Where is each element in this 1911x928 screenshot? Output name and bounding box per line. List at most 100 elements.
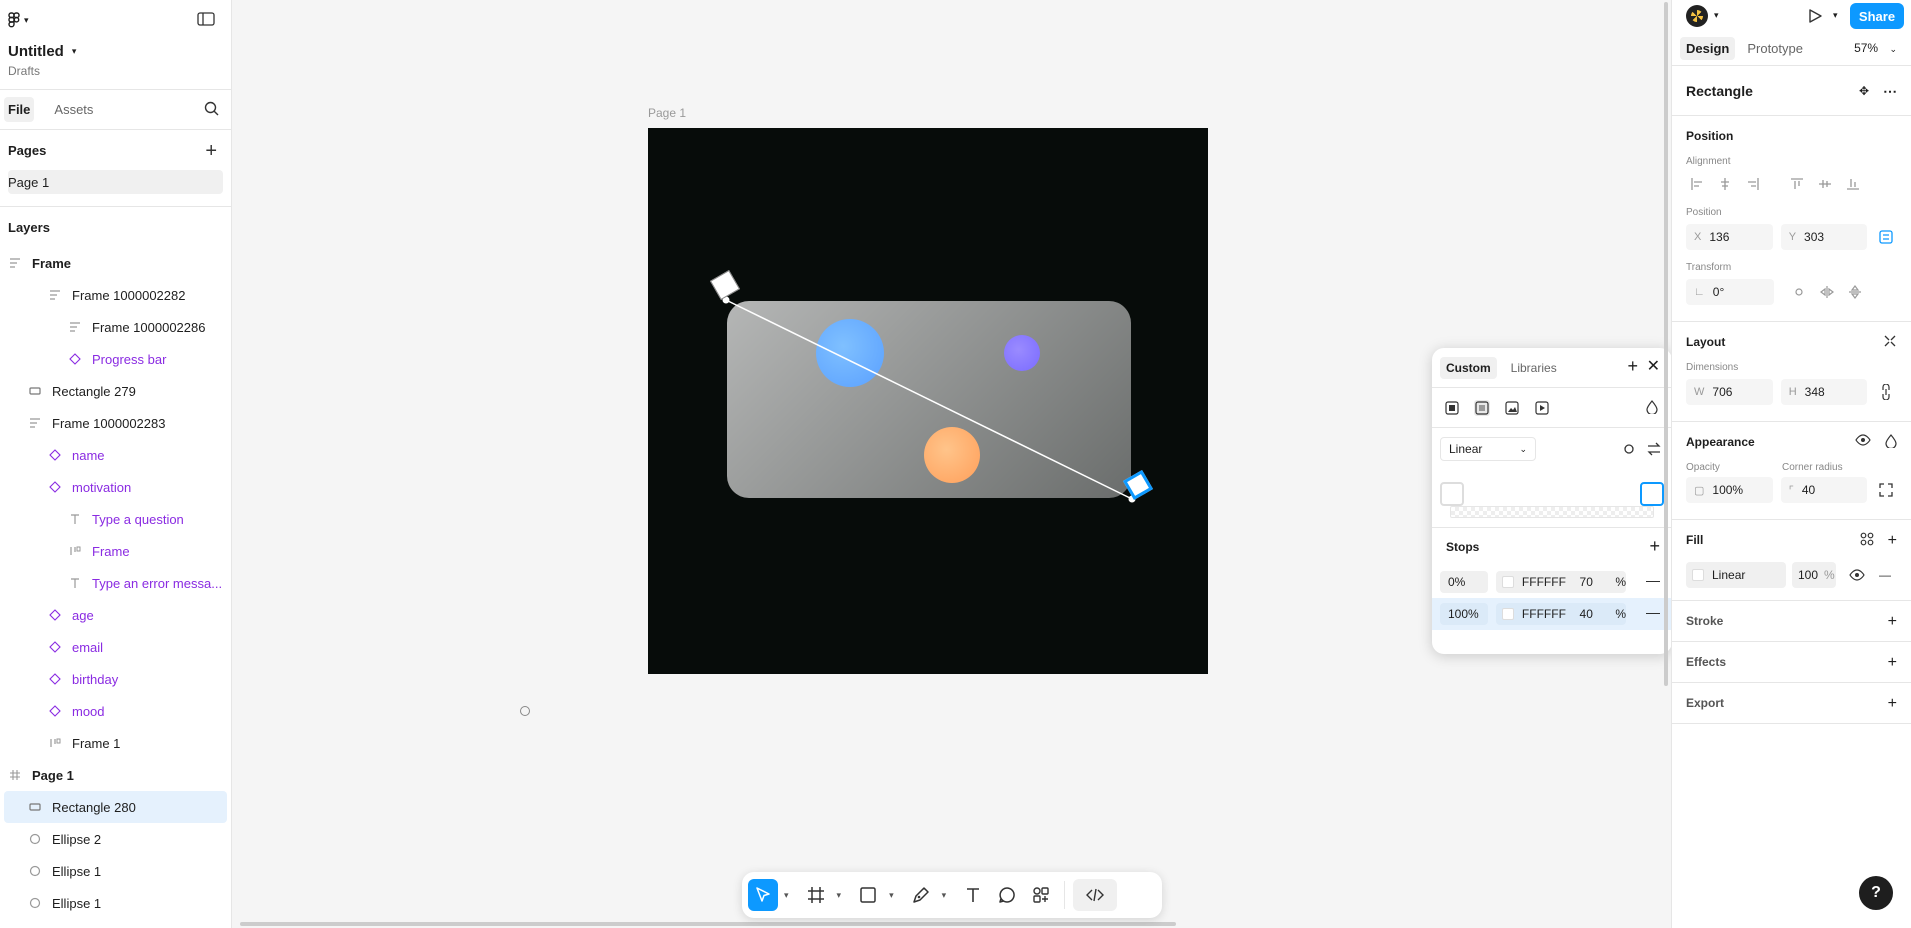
help-button[interactable]: ? (1859, 876, 1893, 910)
file-title-button[interactable]: Untitled ▾ (8, 43, 76, 60)
more-options-button[interactable]: ⋯ (1883, 83, 1897, 100)
share-button[interactable]: Share (1850, 3, 1904, 29)
layer-item[interactable]: mood (4, 695, 227, 727)
toggle-visibility-button[interactable] (1855, 434, 1871, 451)
layer-item[interactable]: Frame 1000002286 (4, 311, 227, 343)
x-input[interactable]: X 136 (1686, 224, 1773, 250)
stop-row-selected[interactable]: 100% FFFFFF 40 % — (1432, 598, 1672, 630)
width-input[interactable]: W 706 (1686, 379, 1773, 405)
layer-item[interactable]: age (4, 599, 227, 631)
gradient-bar[interactable] (1432, 470, 1672, 528)
remove-stop-button[interactable]: — (1646, 604, 1660, 620)
height-input[interactable]: H 348 (1780, 379, 1868, 405)
add-export-button[interactable]: + (1888, 695, 1897, 713)
flip-gradient-button[interactable] (1646, 442, 1662, 459)
stop-row[interactable]: 0% FFFFFF 70 % — (1432, 566, 1672, 598)
fill-paint-field[interactable]: Linear (1686, 562, 1786, 588)
layer-item[interactable]: Ellipse 2 (4, 823, 227, 855)
component-button[interactable]: ✥ (1859, 83, 1869, 100)
layer-item[interactable]: Frame (4, 247, 227, 279)
remove-stop-button[interactable]: — (1646, 572, 1660, 588)
align-top-button[interactable] (1786, 173, 1808, 195)
tab-libraries[interactable]: Libraries (1505, 357, 1563, 379)
frame-label[interactable]: Page 1 (648, 106, 686, 120)
page-frame[interactable] (648, 128, 1208, 674)
fill-swatch[interactable] (1692, 569, 1704, 581)
main-menu-button[interactable]: ▾ (8, 12, 29, 28)
avatar[interactable] (1686, 5, 1708, 27)
tab-prototype[interactable]: Prototype (1741, 37, 1809, 60)
page-item[interactable]: Page 1 (8, 170, 223, 194)
text-tool-button[interactable] (958, 879, 988, 911)
gradient-type-select[interactable]: Linear ⌄ (1440, 437, 1536, 461)
tab-custom[interactable]: Custom (1440, 356, 1497, 379)
stop-position[interactable]: 0% (1440, 571, 1488, 593)
layer-item[interactable]: Frame 1000002283 (4, 407, 227, 439)
layer-item[interactable]: Frame 1000002282 (4, 279, 227, 311)
stop-opacity[interactable]: 40 (1580, 607, 1608, 621)
constraints-button[interactable] (1875, 226, 1897, 248)
ellipse-orange[interactable] (924, 427, 980, 483)
independent-corners-button[interactable] (1875, 479, 1897, 501)
layer-item[interactable]: birthday (4, 663, 227, 695)
gradient-stop-handle-1[interactable] (1640, 482, 1664, 506)
search-button[interactable] (204, 101, 219, 119)
ellipse-blue[interactable] (816, 319, 884, 387)
align-middle-button[interactable] (1814, 173, 1836, 195)
auto-layout-button[interactable] (1883, 334, 1897, 351)
add-page-button[interactable]: + (205, 140, 217, 163)
add-stop-button[interactable]: + (1649, 536, 1660, 557)
constrain-proportions-button[interactable] (1875, 381, 1897, 403)
align-left-button[interactable] (1686, 173, 1708, 195)
gradient-track[interactable] (1450, 506, 1654, 518)
gradient-start-handle[interactable] (709, 269, 741, 301)
stop-color-field[interactable]: FFFFFF 70 % (1496, 571, 1626, 593)
horizontal-scrollbar[interactable] (240, 922, 1176, 926)
remove-fill-button[interactable]: — (1874, 564, 1896, 586)
chevron-down-icon[interactable]: ▾ (837, 890, 842, 901)
layer-item[interactable]: name (4, 439, 227, 471)
chevron-down-icon[interactable]: ▾ (1714, 10, 1719, 21)
rotate-gradient-button[interactable] (1622, 442, 1636, 459)
blend-mode-button[interactable] (1646, 400, 1658, 417)
stop-opacity[interactable]: 70 (1580, 575, 1608, 589)
color-swatch[interactable] (1502, 608, 1514, 620)
chevron-down-icon[interactable]: ▾ (889, 890, 894, 901)
tab-assets[interactable]: Assets (50, 97, 97, 122)
toggle-sidebar-button[interactable] (197, 12, 215, 29)
chevron-down-icon[interactable]: ▾ (942, 890, 947, 901)
add-stroke-button[interactable]: + (1888, 613, 1897, 631)
align-right-button[interactable] (1742, 173, 1764, 195)
zoom-dropdown[interactable]: 57% ⌄ (1854, 41, 1897, 55)
ellipse-purple[interactable] (1004, 335, 1040, 371)
color-swatch[interactable] (1502, 576, 1514, 588)
blend-mode-button[interactable] (1885, 434, 1897, 451)
stop-hex[interactable]: FFFFFF (1522, 607, 1572, 621)
layer-item[interactable]: Type an error messa... (4, 567, 227, 599)
layer-item[interactable]: Ellipse 1 (4, 855, 227, 887)
rectangle-tool-button[interactable] (853, 879, 883, 911)
y-input[interactable]: Y 303 (1780, 224, 1868, 250)
pen-tool-button[interactable] (906, 879, 936, 911)
layer-item[interactable]: Rectangle 280 (4, 791, 227, 823)
stop-position[interactable]: 100% (1440, 603, 1488, 625)
layer-item[interactable]: Ellipse 1 (4, 887, 227, 919)
actions-button[interactable] (1026, 879, 1056, 911)
add-effect-button[interactable]: + (1888, 654, 1897, 672)
tab-file[interactable]: File (4, 97, 35, 122)
move-tool-button[interactable] (748, 879, 778, 911)
rotation-input[interactable]: ∟ 0° (1686, 279, 1774, 305)
flip-vertical-button[interactable] (1844, 281, 1866, 303)
file-location[interactable]: Drafts (8, 64, 40, 78)
comment-tool-button[interactable] (992, 879, 1022, 911)
styles-button[interactable] (1860, 532, 1874, 550)
layer-item[interactable]: Progress bar (4, 343, 227, 375)
stop-hex[interactable]: FFFFFF (1522, 575, 1572, 589)
tab-design[interactable]: Design (1680, 37, 1736, 60)
video-paint-button[interactable] (1534, 400, 1550, 416)
frame-tool-button[interactable] (801, 879, 831, 911)
flip-horizontal-button[interactable] (1816, 281, 1838, 303)
layer-item[interactable]: Type a question (4, 503, 227, 535)
rotate-90-button[interactable] (1788, 281, 1810, 303)
dev-mode-toggle[interactable] (1073, 879, 1118, 911)
